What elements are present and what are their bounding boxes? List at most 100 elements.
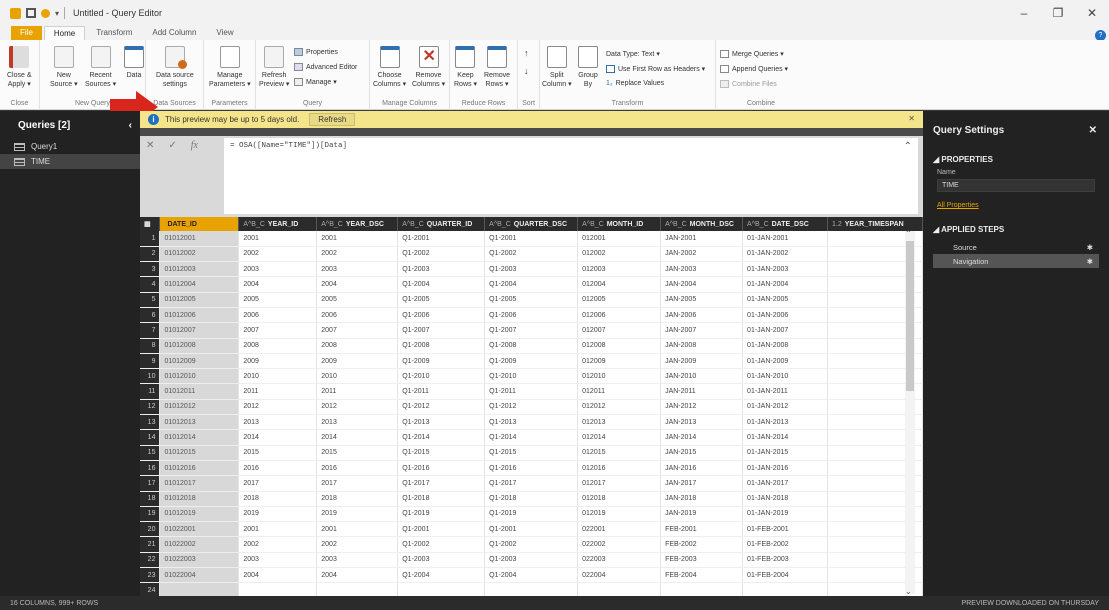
table-row[interactable]: 23 01022004 2004 2004 Q1-2004 Q1-2004 022004 FE… [140,567,923,584]
scroll-thumb[interactable] [906,241,914,391]
table-cell[interactable]: Q1-2014 [397,429,486,446]
query-name-input[interactable]: TIME [937,179,1095,192]
table-cell[interactable]: 012007 [577,322,662,339]
table-row[interactable]: 4 01012004 2004 2004 Q1-2004 Q1-2004 012004 JAN… [140,276,923,293]
tab-add-column[interactable]: Add Column [143,26,205,40]
table-row[interactable]: 18 01012018 2018 2018 Q1-2018 Q1-2018 012018 JA… [140,491,923,507]
column-header[interactable]: A^B_C YEAR_DSC [316,217,399,231]
table-cell[interactable]: 01012011 [159,383,240,400]
table-cell[interactable]: 2002 [238,246,318,263]
table-cell[interactable]: 01-JAN-2017 [742,475,828,492]
table-row[interactable]: 5 01012005 2005 2005 Q1-2005 Q1-2005 012005 JAN… [140,292,923,308]
table-cell[interactable]: 2007 [316,322,399,339]
table-cell[interactable]: 022001 [577,521,662,538]
table-cell[interactable]: 01022004 [159,567,240,584]
table-cell[interactable]: 01-FEB-2003 [742,552,828,569]
table-cell[interactable]: 01012019 [159,506,240,523]
table-row[interactable]: 12 01012012 2012 2012 Q1-2012 Q1-2012 012012 JA… [140,399,923,416]
table-cell[interactable]: 2016 [238,460,318,477]
scroll-down-icon[interactable]: ⌄ [905,587,912,596]
table-cell[interactable]: Q1-2019 [484,506,579,523]
table-cell[interactable]: Q1-2014 [484,429,579,446]
table-cell[interactable]: 01-JAN-2006 [742,307,828,324]
table-row[interactable]: 15 01012015 2015 2015 Q1-2015 Q1-2015 012015 JA… [140,445,923,461]
table-row[interactable]: 8 01012008 2008 2008 Q1-2008 Q1-2008 012008 JAN… [140,338,923,354]
properties-section-title[interactable]: ◢ PROPERTIES [923,155,1109,164]
table-row[interactable]: 9 01012009 2009 2009 Q1-2009 Q1-2009 012009 JAN… [140,353,923,370]
table-cell[interactable]: 01012010 [159,368,240,385]
table-cell[interactable]: Q1-2015 [397,445,486,461]
table-cell[interactable]: Q1-2004 [484,567,579,584]
close-settings-icon[interactable]: ✕ [1089,125,1097,136]
tab-file[interactable]: File [11,26,42,40]
column-header[interactable]: A^B_C QUARTER_ID [397,217,486,231]
table-cell[interactable]: Q1-2004 [397,276,486,293]
table-cell[interactable]: 012014 [577,429,662,446]
table-cell[interactable]: 2006 [316,307,399,324]
table-cell[interactable]: 01012014 [159,429,240,446]
customize-qat-icon[interactable]: ▾ [55,9,59,18]
advanced-editor-button[interactable]: Advanced Editor [294,63,357,71]
manage-parameters-button[interactable]: Manage Parameters ▾ [209,46,251,89]
table-cell[interactable]: 012009 [577,353,662,370]
table-cell[interactable]: Q1-2007 [484,322,579,339]
table-row[interactable]: 6 01012006 2006 2006 Q1-2006 Q1-2006 012006 JAN… [140,307,923,324]
table-cell[interactable]: 2007 [238,322,318,339]
table-cell[interactable]: 2010 [316,368,399,385]
table-row[interactable]: 11 01012011 2011 2011 Q1-2011 Q1-2011 012011 JA… [140,383,923,400]
table-cell[interactable]: 01-JAN-2003 [742,261,828,278]
table-row[interactable]: 14 01012014 2014 2014 Q1-2014 Q1-2014 012014 JA… [140,429,923,446]
table-cell[interactable]: 01012018 [159,491,240,507]
table-cell[interactable]: 2015 [238,445,318,461]
table-cell[interactable]: 01012006 [159,307,240,324]
table-cell[interactable]: 2010 [238,368,318,385]
remove-rows-button[interactable]: Remove Rows ▾ [484,46,510,89]
close-window-button[interactable]: ✕ [1075,0,1109,26]
table-cell[interactable]: 2017 [316,475,399,492]
table-cell[interactable]: JAN-2008 [660,338,744,354]
table-cell[interactable]: Q1-2009 [397,353,486,370]
column-header[interactable]: A^B_C YEAR_ID [238,217,318,231]
table-row[interactable]: 2 01012002 2002 2002 Q1-2002 Q1-2002 012002 JAN… [140,246,923,263]
table-cell[interactable]: 022004 [577,567,662,584]
column-type-icon[interactable]: 1.2 [832,221,842,228]
table-cell[interactable]: Q1-2016 [484,460,579,477]
table-cell[interactable]: 01-FEB-2002 [742,536,828,553]
table-cell[interactable]: 01012009 [159,353,240,370]
table-cell[interactable]: 01-JAN-2013 [742,414,828,431]
table-cell[interactable]: Q1-2006 [484,307,579,324]
table-cell[interactable]: 01012008 [159,338,240,354]
table-cell[interactable]: JAN-2016 [660,460,744,477]
table-cell[interactable]: 022002 [577,536,662,553]
table-cell[interactable]: 01-JAN-2008 [742,338,828,354]
manage-button[interactable]: Manage ▾ [294,78,337,86]
table-cell[interactable]: 01012017 [159,475,240,492]
use-first-row-headers-button[interactable]: Use First Row as Headers ▾ [606,65,705,73]
table-cell[interactable]: JAN-2017 [660,475,744,492]
column-type-icon[interactable]: A^B_C [402,221,424,228]
table-cell[interactable]: 01-JAN-2012 [742,399,828,416]
table-cell[interactable]: 2004 [238,276,318,293]
minimize-button[interactable]: ‒ [1007,0,1041,26]
table-cell[interactable]: JAN-2007 [660,322,744,339]
table-cell[interactable]: 2019 [316,506,399,523]
table-row[interactable]: 19 01012019 2019 2019 Q1-2019 Q1-2019 012019 JA… [140,506,923,523]
table-cell[interactable]: Q1-2008 [397,338,486,354]
table-cell[interactable] [742,582,828,596]
sort-ascending-icon[interactable]: ↑ [524,48,529,58]
table-cell[interactable]: JAN-2012 [660,399,744,416]
table-row[interactable]: 24 [140,582,923,596]
table-cell[interactable]: Q1-2005 [484,292,579,308]
table-cell[interactable] [660,582,744,596]
applied-steps-section-title[interactable]: ◢ APPLIED STEPS [923,225,1109,234]
column-header[interactable]: A^B_C DATE_DSC [742,217,828,231]
table-cell[interactable]: 01012007 [159,322,240,339]
table-cell[interactable]: 2002 [316,536,399,553]
commit-formula-icon[interactable]: ✓ [168,140,176,151]
formula-input[interactable]: = OSA([Name="TIME"])[Data] ⌃ [224,138,918,214]
group-by-button[interactable]: Group By [578,46,598,89]
table-cell[interactable]: 01012016 [159,460,240,477]
sort-descending-icon[interactable]: ↓ [524,66,529,76]
table-cell[interactable]: 012010 [577,368,662,385]
table-cell[interactable] [159,582,240,596]
